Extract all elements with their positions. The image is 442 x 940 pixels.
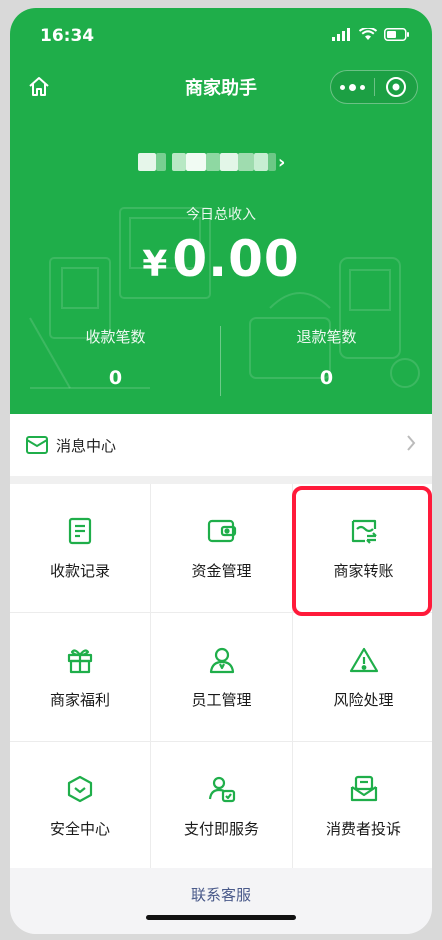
wifi-icon [359,28,377,40]
navbar: 商家助手 [10,66,432,106]
contact-support-bar: 联系客服 [10,868,432,934]
transfer-icon [349,516,379,546]
status-bar: 16:34 [10,22,432,52]
pay-service-icon [207,774,237,804]
shield-icon [65,774,95,804]
grid-item-payment-records[interactable]: 收款记录 [10,484,150,612]
refunds-count-label: 退款笔数 [296,328,357,346]
contact-support-link[interactable]: 联系客服 [191,884,251,905]
chevron-right-icon [407,435,416,451]
chevron-right-icon: › [278,151,286,173]
status-time: 16:34 [40,26,95,46]
grid-item-label: 收款记录 [49,561,110,580]
message-center-label: 消息中心 [56,436,117,455]
close-button[interactable] [375,71,418,103]
grid-item-merchant-benefits[interactable]: 商家福利 [10,613,150,741]
grid-item-label: 支付即服务 [183,819,259,838]
envelope-icon [26,434,48,456]
header-panel: 16:34 商家助手 › 今日总收入 ¥0.00 收款笔数 0 退款笔数 0 [10,8,432,414]
grid-item-security-center[interactable]: 安全中心 [10,742,150,870]
status-icons [332,28,410,41]
grid-item-label: 资金管理 [191,561,252,580]
wallet-icon [207,516,237,546]
grid-item-pay-service[interactable]: 支付即服务 [151,742,292,870]
grid-item-label: 商家转账 [333,561,394,580]
receipts-count-value: 0 [108,367,123,389]
grid-item-label: 商家福利 [49,690,110,709]
grid-item-staff-management[interactable]: 员工管理 [151,613,292,741]
signal-icon [332,28,350,41]
refunds-count-value: 0 [319,367,334,389]
gift-icon [65,645,95,675]
currency-symbol: ¥ [142,244,169,285]
close-circle-icon [385,77,406,97]
receipt-icon [65,516,95,546]
grid-item-fund-management[interactable]: 资金管理 [151,484,292,612]
grid-item-label: 消费者投诉 [325,819,401,838]
receipts-count-label: 收款笔数 [85,328,146,346]
refunds-count-stat[interactable]: 退款笔数 0 [221,326,432,389]
miniprogram-capsule [330,70,418,104]
more-button[interactable] [331,71,374,103]
home-indicator [146,915,296,920]
battery-icon [384,28,409,41]
grid-item-label: 员工管理 [191,690,252,709]
staff-icon [207,645,237,675]
function-grid: 收款记录 资金管理 商家转账 商家福利 员工管理 风险处理 安全中心 支付即服务… [10,484,432,870]
receipts-count-stat[interactable]: 收款笔数 0 [10,326,221,389]
phone-screen: 16:34 商家助手 › 今日总收入 ¥0.00 收款笔数 0 退款笔数 0 消… [10,8,432,934]
income-amount: 0.00 [172,230,300,288]
merchant-name-redacted [138,153,156,171]
grid-item-label: 安全中心 [49,819,110,838]
grid-item-consumer-complaints[interactable]: 消费者投诉 [293,742,432,870]
income-value: ¥0.00 [10,230,432,288]
income-label: 今日总收入 [186,207,256,223]
grid-item-risk-handling[interactable]: 风险处理 [293,613,432,741]
merchant-name-selector[interactable]: › [138,150,318,174]
grid-item-merchant-transfer[interactable]: 商家转账 [293,484,432,612]
message-center-row[interactable]: 消息中心 [10,414,432,476]
grid-item-label: 风险处理 [333,690,394,709]
warning-icon [349,645,379,675]
complaint-icon [349,774,379,804]
